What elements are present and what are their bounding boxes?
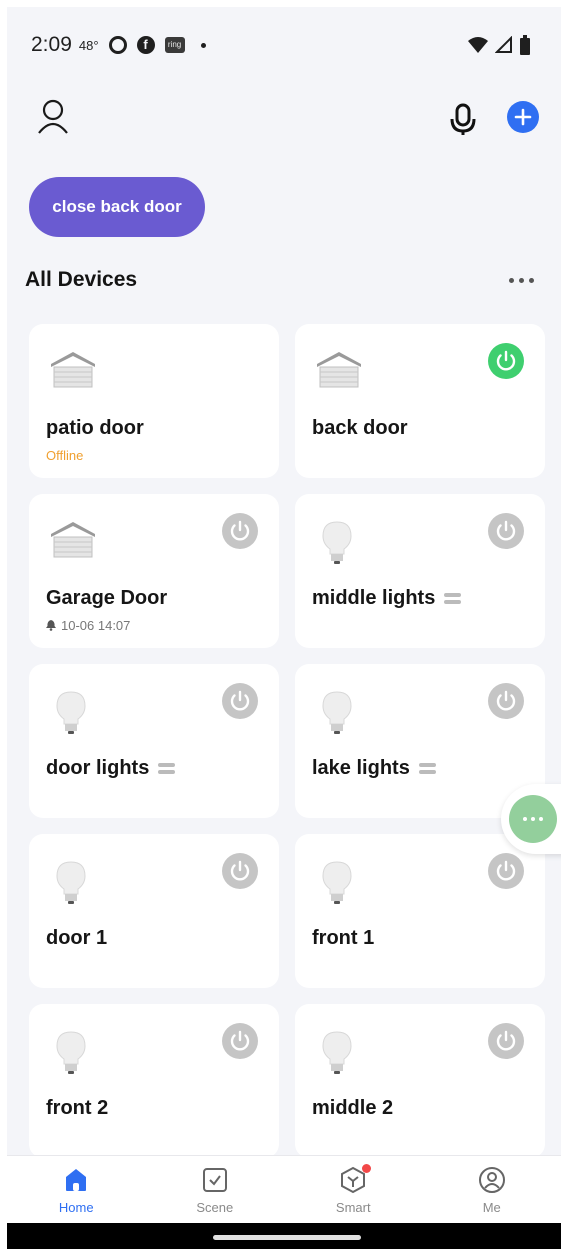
light-bulb-icon xyxy=(56,691,86,734)
gesture-bar xyxy=(7,1223,561,1249)
light-bulb-icon xyxy=(56,861,86,904)
ring-icon: ring xyxy=(164,37,185,53)
nav-label: Me xyxy=(482,1200,501,1215)
add-device-button[interactable] xyxy=(507,101,539,133)
device-name: front 2 xyxy=(46,1097,109,1119)
microphone-icon[interactable] xyxy=(448,102,478,136)
device-card-middle-2[interactable]: middle 2 xyxy=(295,1004,545,1158)
bell-icon xyxy=(46,620,56,631)
device-name: patio door xyxy=(46,417,144,439)
scene-shortcut-button[interactable]: close back door xyxy=(29,177,205,237)
home-icon xyxy=(66,1169,87,1191)
device-name: back door xyxy=(312,417,408,439)
garage-door-icon xyxy=(51,522,95,558)
battery-icon xyxy=(520,35,530,55)
wifi-icon xyxy=(468,37,488,53)
add-icon xyxy=(514,108,532,126)
power-icon xyxy=(496,690,516,711)
status-temperature: 48° xyxy=(78,37,99,53)
device-name: door lights xyxy=(46,757,176,780)
nav-scene[interactable]: Scene xyxy=(146,1156,285,1223)
user-icon[interactable] xyxy=(35,97,71,137)
me-icon xyxy=(478,1167,505,1193)
group-switch-icon xyxy=(418,763,436,774)
group-switch-icon xyxy=(158,763,176,774)
light-bulb-icon xyxy=(322,691,352,734)
device-status: 10-06 14:07 xyxy=(46,618,130,633)
light-bulb-icon xyxy=(322,521,352,564)
power-toggle[interactable] xyxy=(222,683,258,719)
nav-home[interactable]: Home xyxy=(7,1156,146,1223)
power-icon xyxy=(230,860,250,881)
app-screen: 2:09 48° f ring close back door All Devi… xyxy=(7,7,561,1249)
status-bar: 2:09 48° f ring xyxy=(7,7,561,83)
device-card-patio-door[interactable]: patio door Offline xyxy=(29,324,279,478)
power-icon xyxy=(496,860,516,881)
power-toggle[interactable] xyxy=(222,513,258,549)
device-card-middle-lights[interactable]: middle lights xyxy=(295,494,545,648)
device-card-lake-lights[interactable]: lake lights xyxy=(295,664,545,818)
power-icon xyxy=(496,1030,516,1051)
power-icon xyxy=(230,1030,250,1051)
nav-label: Scene xyxy=(196,1200,234,1215)
nav-me[interactable]: Me xyxy=(423,1156,561,1223)
dot-icon xyxy=(200,42,206,48)
power-toggle[interactable] xyxy=(488,853,524,889)
notification-badge xyxy=(362,1164,371,1173)
device-card-garage-door[interactable]: Garage Door 10-06 14:07 xyxy=(29,494,279,648)
power-toggle[interactable] xyxy=(488,513,524,549)
device-status: Offline xyxy=(46,448,84,463)
status-right-icons xyxy=(467,35,531,55)
nav-smart[interactable]: Smart xyxy=(284,1156,423,1223)
device-name: door 1 xyxy=(46,927,108,949)
bottom-navigation: Home Scene Smart Me xyxy=(7,1155,561,1223)
facebook-icon: f xyxy=(136,36,155,54)
device-card-door-lights[interactable]: door lights xyxy=(29,664,279,818)
garage-door-icon xyxy=(51,352,95,388)
signal-icon xyxy=(495,36,512,53)
device-name: front 1 xyxy=(312,927,375,949)
power-icon xyxy=(230,520,250,541)
status-time: 2:09 xyxy=(31,33,72,56)
device-name: Garage Door xyxy=(46,587,168,609)
device-name: lake lights xyxy=(312,757,436,780)
light-bulb-icon xyxy=(322,1031,352,1074)
power-toggle[interactable] xyxy=(488,683,524,719)
more-options-button[interactable] xyxy=(509,273,539,287)
circle-icon xyxy=(108,36,127,54)
device-card-front-1[interactable]: front 1 xyxy=(295,834,545,988)
nav-label: Smart xyxy=(335,1200,371,1215)
device-name: middle lights xyxy=(312,587,462,610)
power-toggle[interactable] xyxy=(488,1023,524,1059)
scene-icon xyxy=(202,1168,227,1192)
device-card-back-door[interactable]: back door xyxy=(295,324,545,478)
floating-more-button[interactable] xyxy=(509,795,557,843)
power-icon xyxy=(230,690,250,711)
section-title: All Devices xyxy=(25,268,138,291)
power-toggle[interactable] xyxy=(222,1023,258,1059)
garage-door-icon xyxy=(317,352,361,388)
power-toggle[interactable] xyxy=(488,343,524,379)
power-icon xyxy=(496,350,516,371)
power-toggle[interactable] xyxy=(222,853,258,889)
home-gesture-handle[interactable] xyxy=(213,1235,361,1240)
device-card-front-2[interactable]: front 2 xyxy=(29,1004,279,1158)
device-name: middle 2 xyxy=(312,1097,394,1119)
light-bulb-icon xyxy=(322,861,352,904)
device-card-door-1[interactable]: door 1 xyxy=(29,834,279,988)
power-icon xyxy=(496,520,516,541)
light-bulb-icon xyxy=(56,1031,86,1074)
group-switch-icon xyxy=(444,593,462,604)
nav-label: Home xyxy=(58,1200,94,1215)
